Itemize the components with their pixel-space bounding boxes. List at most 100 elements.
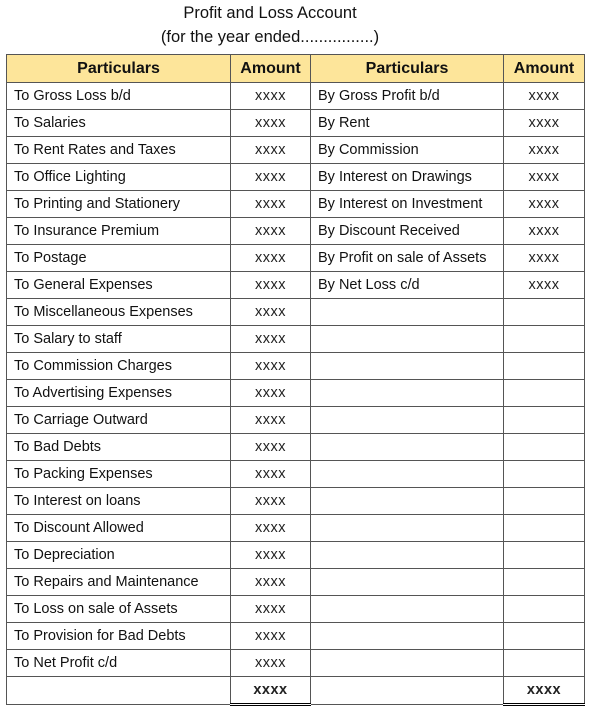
debit-amount: xxxx bbox=[230, 379, 311, 407]
debit-particular: To Provision for Bad Debts bbox=[6, 622, 231, 650]
totals-row: xxxx xxxx bbox=[6, 676, 585, 706]
credit-amount bbox=[503, 595, 585, 623]
totals-credit-label bbox=[310, 676, 504, 705]
debit-particular: To Gross Loss b/d bbox=[6, 82, 231, 110]
credit-particular: By Discount Received bbox=[310, 217, 504, 245]
totals-debit-label bbox=[6, 676, 231, 705]
credit-particular bbox=[310, 406, 504, 434]
table-row: To Packing Expenses xxxx bbox=[6, 460, 585, 488]
credit-amount bbox=[503, 460, 585, 488]
table-row: To Depreciation xxxx bbox=[6, 541, 585, 569]
table-row: To Advertising Expenses xxxx bbox=[6, 379, 585, 407]
page-title: Profit and Loss Account bbox=[183, 4, 357, 22]
table-row: To Carriage Outward xxxx bbox=[6, 406, 585, 434]
debit-particular: To Printing and Stationery bbox=[6, 190, 231, 218]
debit-particular: To Office Lighting bbox=[6, 163, 231, 191]
table-row: To Printing and Stationery xxxx By Interes… bbox=[6, 190, 585, 218]
debit-amount: xxxx bbox=[230, 514, 311, 542]
credit-particular bbox=[310, 514, 504, 542]
debit-amount: xxxx bbox=[230, 271, 311, 299]
debit-amount: xxxx bbox=[230, 109, 311, 137]
table-row: To Repairs and Maintenance xxxx bbox=[6, 568, 585, 596]
debit-particular: To Repairs and Maintenance bbox=[6, 568, 231, 596]
debit-amount: xxxx bbox=[230, 460, 311, 488]
table-row: To Miscellaneous Expenses xxxx bbox=[6, 298, 585, 326]
table-row: To Rent Rates and Taxes xxxx By Commission… bbox=[6, 136, 585, 164]
credit-particular bbox=[310, 595, 504, 623]
credit-particular bbox=[310, 325, 504, 353]
debit-particular: To Interest on loans bbox=[6, 487, 231, 515]
debit-amount: xxxx bbox=[230, 217, 311, 245]
credit-amount bbox=[503, 352, 585, 380]
debit-amount: xxxx bbox=[230, 433, 311, 461]
credit-amount bbox=[503, 514, 585, 542]
debit-particular: To Loss on sale of Assets bbox=[6, 595, 231, 623]
debit-particular: To Carriage Outward bbox=[6, 406, 231, 434]
debit-particular: To Miscellaneous Expenses bbox=[6, 298, 231, 326]
table-row: To Net Profit c/d xxxx bbox=[6, 649, 585, 677]
debit-amount: xxxx bbox=[230, 325, 311, 353]
credit-amount bbox=[503, 406, 585, 434]
credit-particular: By Net Loss c/d bbox=[310, 271, 504, 299]
debit-particular: To Discount Allowed bbox=[6, 514, 231, 542]
table-row: To Salaries xxxx By Rent xxxx bbox=[6, 109, 585, 137]
table-row: To Office Lighting xxxx By Interest on Dra… bbox=[6, 163, 585, 191]
debit-particulars-header: Particulars bbox=[6, 54, 231, 83]
credit-particular bbox=[310, 379, 504, 407]
credit-particular bbox=[310, 352, 504, 380]
debit-amount: xxxx bbox=[230, 595, 311, 623]
debit-particular: To Depreciation bbox=[6, 541, 231, 569]
debit-amount: xxxx bbox=[230, 487, 311, 515]
page-subtitle: (for the year ended................) bbox=[160, 28, 380, 46]
credit-particular bbox=[310, 649, 504, 677]
debit-amount-header: Amount bbox=[230, 54, 311, 83]
credit-amount: xxxx bbox=[503, 271, 585, 299]
credit-particular bbox=[310, 622, 504, 650]
credit-amount: xxxx bbox=[503, 190, 585, 218]
credit-amount bbox=[503, 487, 585, 515]
profit-loss-table: Particulars Amount Particulars Amount To… bbox=[6, 54, 585, 706]
table-row: To Bad Debts xxxx bbox=[6, 433, 585, 461]
table-row: To Salary to staff xxxx bbox=[6, 325, 585, 353]
credit-amount: xxxx bbox=[503, 109, 585, 137]
credit-amount: xxxx bbox=[503, 82, 585, 110]
credit-particulars-header: Particulars bbox=[310, 54, 504, 83]
debit-particular: To Net Profit c/d bbox=[6, 649, 231, 677]
debit-amount: xxxx bbox=[230, 163, 311, 191]
credit-particular bbox=[310, 487, 504, 515]
debit-particular: To Insurance Premium bbox=[6, 217, 231, 245]
credit-particular bbox=[310, 541, 504, 569]
credit-amount bbox=[503, 298, 585, 326]
debit-particular: To Advertising Expenses bbox=[6, 379, 231, 407]
credit-amount bbox=[503, 622, 585, 650]
credit-particular: By Interest on Investment bbox=[310, 190, 504, 218]
table-row: To Provision for Bad Debts xxxx bbox=[6, 622, 585, 650]
credit-amount bbox=[503, 541, 585, 569]
credit-particular bbox=[310, 568, 504, 596]
table-row: To Postage xxxx By Profit on sale of Asset… bbox=[6, 244, 585, 272]
table-row: To Discount Allowed xxxx bbox=[6, 514, 585, 542]
credit-amount: xxxx bbox=[503, 163, 585, 191]
debit-particular: To Salaries bbox=[6, 109, 231, 137]
credit-particular bbox=[310, 298, 504, 326]
table-row: To Gross Loss b/d xxxx By Gross Profit b/d… bbox=[6, 82, 585, 110]
credit-amount bbox=[503, 325, 585, 353]
debit-amount: xxxx bbox=[230, 406, 311, 434]
credit-amount: xxxx bbox=[503, 217, 585, 245]
debit-particular: To Commission Charges bbox=[6, 352, 231, 380]
credit-particular: By Interest on Drawings bbox=[310, 163, 504, 191]
debit-amount: xxxx bbox=[230, 190, 311, 218]
debit-amount: xxxx bbox=[230, 622, 311, 650]
totals-debit-amount: xxxx bbox=[230, 676, 311, 706]
debit-particular: To General Expenses bbox=[6, 271, 231, 299]
debit-particular: To Salary to staff bbox=[6, 325, 231, 353]
debit-amount: xxxx bbox=[230, 649, 311, 677]
credit-particular: By Profit on sale of Assets bbox=[310, 244, 504, 272]
credit-amount bbox=[503, 379, 585, 407]
debit-amount: xxxx bbox=[230, 244, 311, 272]
header-row: Particulars Amount Particulars Amount bbox=[6, 54, 585, 83]
debit-amount: xxxx bbox=[230, 352, 311, 380]
debit-amount: xxxx bbox=[230, 136, 311, 164]
debit-particular: To Rent Rates and Taxes bbox=[6, 136, 231, 164]
credit-amount bbox=[503, 568, 585, 596]
